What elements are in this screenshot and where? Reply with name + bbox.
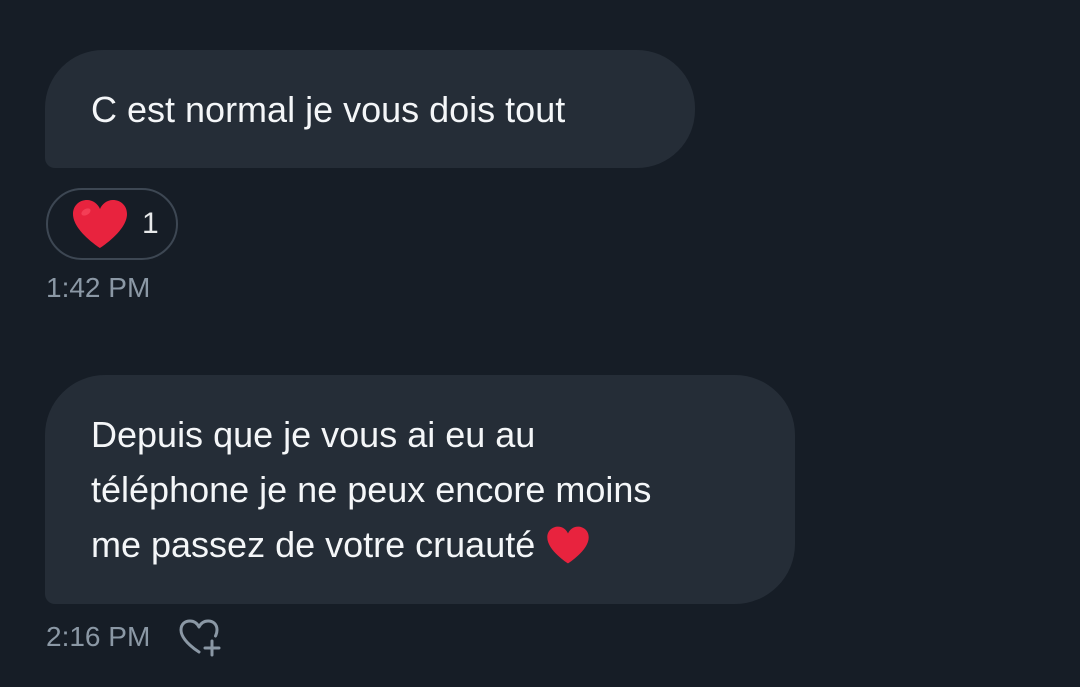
message-text-line-last: me passez de votre cruauté xyxy=(91,517,749,572)
heart-icon xyxy=(73,200,127,248)
message-text: C est normal je vous dois tout xyxy=(91,89,566,130)
message-bubble[interactable]: C est normal je vous dois tout xyxy=(45,50,695,168)
message-timestamp: 1:42 PM xyxy=(46,272,151,303)
red-heart-emoji xyxy=(547,526,589,564)
message-text-line: me passez de votre cruauté xyxy=(91,524,536,565)
message-text-line: Depuis que je vous ai eu au xyxy=(91,414,536,455)
reaction-pill[interactable]: 1 xyxy=(46,188,178,260)
message-bubble[interactable]: Depuis que je vous ai eu au téléphone je… xyxy=(45,375,795,604)
message-text-line: téléphone je ne peux encore moins xyxy=(91,469,652,510)
heart-plus-icon[interactable] xyxy=(178,618,224,658)
reaction-count: 1 xyxy=(142,207,159,240)
message-timestamp: 2:16 PM xyxy=(46,621,151,652)
